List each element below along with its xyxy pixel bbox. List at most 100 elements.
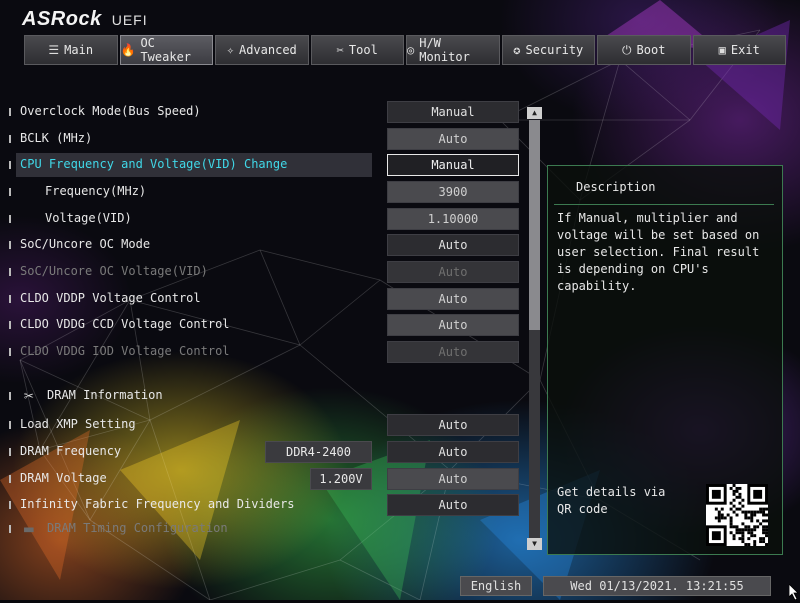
product-name: UEFI [111, 12, 148, 28]
setting-label: CLDO VDDG CCD Voltage Control [20, 317, 230, 331]
tab-label: OC Tweaker [140, 36, 192, 64]
setting-row-dram-voltage[interactable]: DRAM Voltage 1.200V Auto [0, 467, 540, 491]
help-marker-icon [9, 295, 11, 303]
help-marker-icon [9, 108, 11, 116]
help-marker-icon [9, 501, 11, 509]
scrollbar-thumb[interactable] [529, 120, 540, 330]
settings-scrollbar[interactable]: ▲ ▼ [527, 107, 542, 550]
setting-value-selector[interactable]: Auto [387, 128, 519, 150]
setting-row-overclock-mode-bus-speed[interactable]: Overclock Mode(Bus Speed) Manual [0, 100, 540, 124]
setting-row-bclk-mhz[interactable]: BCLK (MHz) Auto [0, 127, 540, 151]
setting-value-selector[interactable]: Auto [387, 314, 519, 336]
setting-label: Load XMP Setting [20, 417, 136, 431]
tab-label: Exit [730, 43, 760, 57]
star-icon: ✧ [226, 43, 234, 57]
folder-icon: ▬ [24, 519, 34, 538]
current-value-readout: 1.200V [310, 468, 372, 490]
tab-label: H/W Monitor [419, 36, 470, 64]
setting-value-selector[interactable]: Auto [387, 341, 519, 363]
help-marker-icon [9, 215, 11, 223]
setting-value-selector[interactable]: 1.10000 [387, 208, 519, 230]
scroll-up-icon[interactable]: ▲ [527, 107, 542, 119]
tab-label: Advanced [238, 43, 297, 57]
setting-row-dram-frequency[interactable]: DRAM Frequency DDR4-2400 Auto [0, 440, 540, 464]
setting-label: DRAM Frequency [20, 444, 122, 458]
section-dram-timing-configuration[interactable]: ▬ DRAM Timing Configuration [0, 517, 540, 541]
help-marker-icon [9, 448, 11, 456]
tab-h-w-monitor[interactable]: ◎ H/W Monitor [406, 35, 500, 65]
background-line [209, 559, 341, 600]
shield-icon: ✪ [513, 43, 521, 57]
setting-value-selector[interactable]: Manual [387, 154, 519, 176]
main-tab-bar: ☰ Main 🔥 OC Tweaker ✧ Advanced ✂ Tool ◎ H/W Monit… [24, 35, 786, 65]
help-marker-icon [9, 475, 11, 483]
section-dram-information[interactable]: ✂ DRAM Information [0, 384, 540, 408]
description-panel: Description If Manual, multiplier and vo… [547, 165, 783, 555]
setting-row-cpu-frequency-and-voltage-vid-change[interactable]: CPU Frequency and Voltage(VID) Change Man… [0, 153, 540, 177]
setting-label: DRAM Information [47, 388, 163, 402]
setting-value-selector[interactable]: Auto [387, 468, 519, 490]
setting-value-selector[interactable]: Auto [387, 414, 519, 436]
setting-value-selector[interactable]: Auto [387, 441, 519, 463]
setting-value-selector[interactable]: Auto [387, 494, 519, 516]
tab-oc-tweaker[interactable]: 🔥 OC Tweaker [119, 35, 213, 65]
setting-row-cldo-vddg-iod-voltage-control[interactable]: CLDO VDDG IOD Voltage Control Auto [0, 340, 540, 364]
tools-icon: ✂ [336, 43, 344, 57]
setting-row-frequency-mhz[interactable]: Frequency(MHz) 3900 [0, 180, 540, 204]
tab-exit[interactable]: ▣ Exit [692, 35, 786, 65]
help-marker-icon [9, 188, 11, 196]
language-button[interactable]: English [460, 576, 532, 596]
setting-row-load-xmp-setting[interactable]: Load XMP Setting Auto [0, 413, 540, 437]
setting-value-selector[interactable]: 3900 [387, 181, 519, 203]
setting-row-soc-uncore-oc-mode[interactable]: SoC/Uncore OC Mode Auto [0, 233, 540, 257]
list-icon: ☰ [48, 43, 60, 57]
current-value-readout: DDR4-2400 [265, 441, 372, 463]
setting-label: CLDO VDDG IOD Voltage Control [20, 344, 230, 358]
setting-label: CLDO VDDP Voltage Control [20, 291, 201, 305]
help-marker-icon [9, 421, 11, 429]
setting-row-cldo-vddp-voltage-control[interactable]: CLDO VDDP Voltage Control Auto [0, 287, 540, 311]
mouse-cursor-icon [788, 583, 800, 603]
setting-value-selector[interactable]: Auto [387, 261, 519, 283]
setting-row-cldo-vddg-ccd-voltage-control[interactable]: CLDO VDDG CCD Voltage Control Auto [0, 313, 540, 337]
tab-label: Security [525, 43, 584, 57]
datetime-display: Wed 01/13/2021. 13:21:55 [543, 576, 771, 596]
description-divider [554, 204, 774, 205]
qr-caption: Get details via QR code [557, 485, 666, 516]
setting-label: BCLK (MHz) [20, 131, 93, 145]
tab-tool[interactable]: ✂ Tool [310, 35, 404, 65]
tab-label: Tool [348, 43, 378, 57]
tab-main[interactable]: ☰ Main [24, 35, 118, 65]
setting-row-soc-uncore-oc-voltage-vid[interactable]: SoC/Uncore OC Voltage(VID) Auto [0, 260, 540, 284]
setting-row-infinity-fabric-frequency-and-dividers[interactable]: Infinity Fabric Frequency and Dividers Au… [0, 493, 540, 517]
help-marker-icon [9, 525, 11, 533]
monitor-icon: ◎ [407, 43, 415, 57]
background-line [619, 59, 691, 121]
setting-label: Voltage(VID) [45, 211, 132, 225]
flame-icon: 🔥 [120, 43, 136, 57]
scroll-down-icon[interactable]: ▼ [527, 538, 542, 550]
help-marker-icon [9, 321, 11, 329]
setting-value-selector[interactable]: Auto [387, 288, 519, 310]
tab-boot[interactable]: ⏻ Boot [597, 35, 691, 65]
setting-label: Overclock Mode(Bus Speed) [20, 104, 201, 118]
help-marker-icon [9, 268, 11, 276]
description-title: Description [576, 180, 656, 194]
setting-label: Frequency(MHz) [45, 184, 147, 198]
help-marker-icon [9, 392, 11, 400]
tools-icon: ✂ [24, 386, 34, 405]
brand-logo: ASRock [22, 8, 102, 30]
help-marker-icon [9, 161, 11, 169]
setting-row-voltage-vid[interactable]: Voltage(VID) 1.10000 [0, 207, 540, 231]
setting-label: Infinity Fabric Frequency and Dividers [20, 497, 295, 511]
setting-value-selector[interactable]: Auto [387, 234, 519, 256]
setting-label: SoC/Uncore OC Voltage(VID) [20, 264, 208, 278]
setting-value-selector[interactable]: Manual [387, 101, 519, 123]
qr-code [706, 484, 768, 546]
settings-list: Overclock Mode(Bus Speed) Manual BCLK (MHz… [0, 100, 540, 550]
setting-label: DRAM Voltage [20, 471, 107, 485]
setting-label: CPU Frequency and Voltage(VID) Change [20, 157, 288, 171]
tab-advanced[interactable]: ✧ Advanced [215, 35, 309, 65]
tab-label: Main [64, 43, 94, 57]
tab-security[interactable]: ✪ Security [501, 35, 595, 65]
